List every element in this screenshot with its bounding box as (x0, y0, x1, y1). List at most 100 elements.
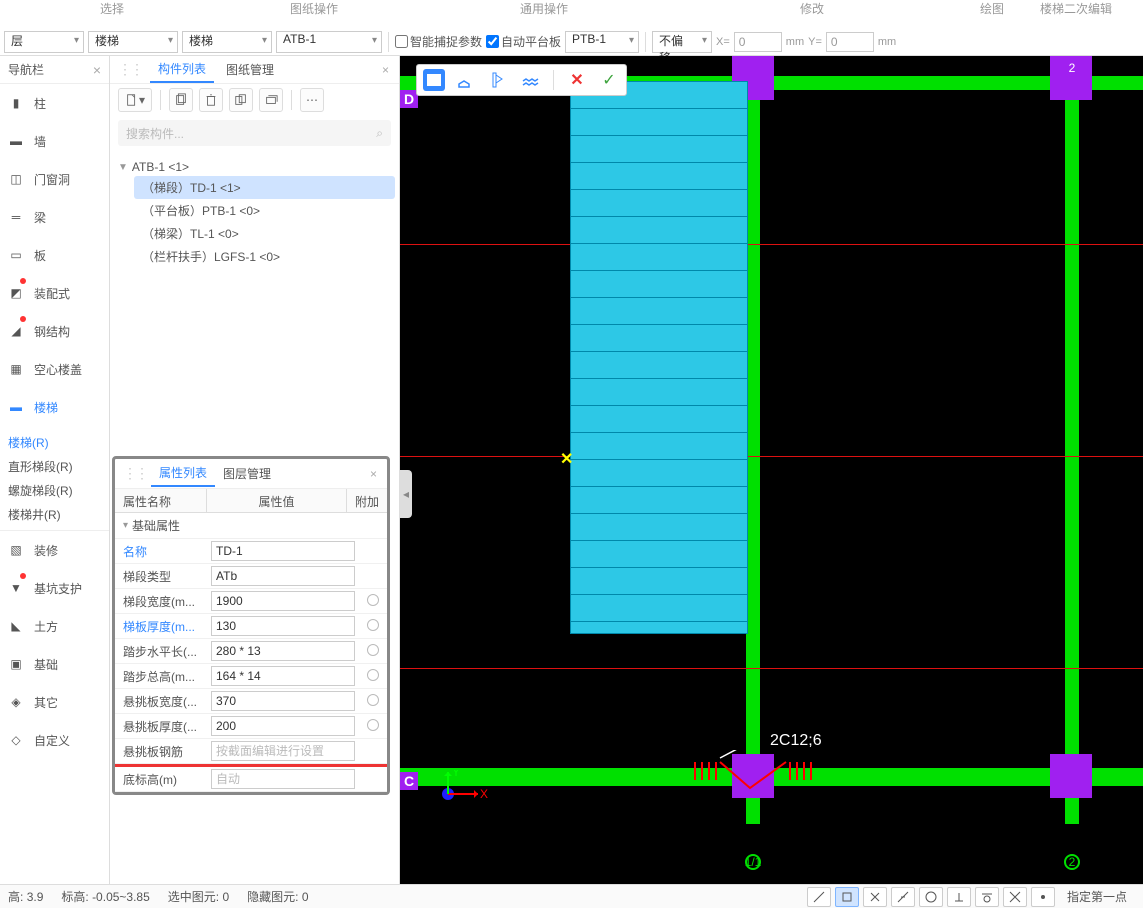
axis-origin: X Y (430, 770, 490, 810)
property-row: 悬挑板厚度(... (115, 714, 387, 739)
nav-item[interactable]: ◩装配式 (0, 274, 109, 312)
radio-icon[interactable] (367, 619, 379, 631)
radio-icon[interactable] (367, 719, 379, 731)
nav-item[interactable]: ═梁 (0, 198, 109, 236)
prop-value-input[interactable] (211, 666, 355, 686)
prop-value-input[interactable] (211, 591, 355, 611)
nav-item[interactable]: ▣基础 (0, 645, 109, 683)
nav-sub-item[interactable]: 楼梯井(R) (8, 502, 109, 526)
nav-item[interactable]: ▦空心楼盖 (0, 350, 109, 388)
expand-left-tab[interactable]: ◂ (400, 470, 412, 518)
new-doc-button[interactable]: ▾ (118, 88, 152, 112)
prop-value-input[interactable] (211, 769, 355, 789)
nav-item[interactable]: ▬墙 (0, 122, 109, 160)
nav-icon: ▦ (6, 359, 26, 379)
layer-select[interactable]: 层 (4, 31, 84, 53)
atb-select[interactable]: ATB-1 (276, 31, 382, 53)
stair-mode-3-button[interactable] (487, 69, 509, 91)
snap-perp-button[interactable] (947, 887, 971, 907)
prop-value-input[interactable] (211, 616, 355, 636)
property-row: 梯段宽度(m... (115, 589, 387, 614)
x-input[interactable] (734, 32, 782, 52)
nav-item[interactable]: ▼基坑支护 (0, 569, 109, 607)
delete-button[interactable] (199, 88, 223, 112)
snap-rect-button[interactable] (835, 887, 859, 907)
copy-button[interactable] (169, 88, 193, 112)
prop-name: 悬挑板宽度(... (115, 693, 207, 710)
tab-layer-manage[interactable]: 图层管理 (215, 461, 279, 486)
tree-item[interactable]: （平台板）PTB-1 <0> (134, 199, 395, 222)
snap-intersect-button[interactable] (1003, 887, 1027, 907)
nav-item[interactable]: ◢钢结构 (0, 312, 109, 350)
tree-item[interactable]: （梯梁）TL-1 <0> (134, 222, 395, 245)
stair-mode-2-button[interactable] (455, 69, 477, 91)
layers-button[interactable] (259, 88, 283, 112)
nav-item[interactable]: ▧装修 (0, 531, 109, 569)
close-icon[interactable]: × (364, 467, 383, 481)
duplicate-button[interactable] (229, 88, 253, 112)
radio-icon[interactable] (367, 669, 379, 681)
nav-item[interactable]: ◈其它 (0, 683, 109, 721)
close-icon[interactable]: × (376, 63, 395, 77)
prop-name: 底标高(m) (115, 771, 207, 788)
nav-item[interactable]: ◫门窗洞 (0, 160, 109, 198)
offset-select[interactable]: 不偏移 (652, 31, 712, 53)
cancel-button[interactable]: ✕ (566, 69, 588, 91)
prop-value-input[interactable] (211, 566, 355, 586)
y-input[interactable] (826, 32, 874, 52)
search-input[interactable]: 搜索构件... ⌕ (118, 120, 391, 146)
nav-item[interactable]: ▭板 (0, 236, 109, 274)
prop-value-input[interactable] (211, 641, 355, 661)
nav-sub-item[interactable]: 螺旋梯段(R) (8, 478, 109, 502)
prop-name: 悬挑板厚度(... (115, 718, 207, 735)
nav-item[interactable]: ▬楼梯 (0, 388, 109, 426)
col-header-name: 属性名称 (115, 489, 207, 512)
nav-item[interactable]: ▮柱 (0, 84, 109, 122)
stair-select-1[interactable]: 楼梯 (88, 31, 178, 53)
nav-icon: ◢ (6, 321, 26, 341)
property-row: 梯板厚度(m... (115, 614, 387, 639)
prop-value-input[interactable] (211, 741, 355, 761)
tab-properties[interactable]: 属性列表 (151, 460, 215, 487)
tab-drawing-manage[interactable]: 图纸管理 (218, 57, 282, 82)
snap-endpoint-button[interactable] (807, 887, 831, 907)
prop-value-input[interactable] (211, 691, 355, 711)
snap-circle-button[interactable] (919, 887, 943, 907)
nav-sub-item[interactable]: 楼梯(R) (8, 430, 109, 454)
props-section[interactable]: ▾ 基础属性 (115, 513, 387, 539)
canvas[interactable]: ✕ ✓ ◂ D C ✕ 2C12;6 (400, 56, 1143, 884)
drag-handle-icon[interactable]: ⋮⋮ (119, 465, 151, 482)
stair-mode-4-button[interactable] (519, 69, 541, 91)
prop-value-input[interactable] (211, 716, 355, 736)
smart-snap-check[interactable]: 智能捕捉参数 (395, 33, 482, 50)
rebar-annotation: 2C12;6 (770, 732, 822, 750)
prop-value-input[interactable] (211, 541, 355, 561)
ptb-select[interactable]: PTB-1 (565, 31, 639, 53)
snap-center-button[interactable] (1031, 887, 1055, 907)
more-button[interactable]: ⋯ (300, 88, 324, 112)
radio-icon[interactable] (367, 594, 379, 606)
drag-handle-icon[interactable]: ⋮⋮ (114, 61, 146, 78)
prop-name: 踏步总高(m... (115, 668, 207, 685)
snap-x-button[interactable] (863, 887, 887, 907)
nav-sub-item[interactable]: 直形梯段(R) (8, 454, 109, 478)
property-row: 梯段类型 (115, 564, 387, 589)
snap-mid-button[interactable] (891, 887, 915, 907)
tab-component-list[interactable]: 构件列表 (150, 56, 214, 83)
radio-icon[interactable] (367, 694, 379, 706)
close-icon[interactable]: × (93, 62, 101, 78)
nav-item[interactable]: ◇自定义 (0, 721, 109, 759)
nav-item[interactable]: ◣土方 (0, 607, 109, 645)
auto-platform-check[interactable]: 自动平台板 (486, 33, 561, 50)
axis-label: 2 (1064, 60, 1080, 76)
snap-tangent-button[interactable] (975, 887, 999, 907)
stair-select-2[interactable]: 楼梯 (182, 31, 272, 53)
nav-icon: ═ (6, 207, 26, 227)
confirm-button[interactable]: ✓ (598, 69, 620, 91)
tree-item[interactable]: （梯段）TD-1 <1> (134, 176, 395, 199)
stair-mode-1-button[interactable] (423, 69, 445, 91)
tree-root[interactable]: ▼ ATB-1 <1> (114, 158, 395, 176)
stair-element[interactable] (570, 81, 748, 634)
radio-icon[interactable] (367, 644, 379, 656)
tree-item[interactable]: （栏杆扶手）LGFS-1 <0> (134, 245, 395, 268)
